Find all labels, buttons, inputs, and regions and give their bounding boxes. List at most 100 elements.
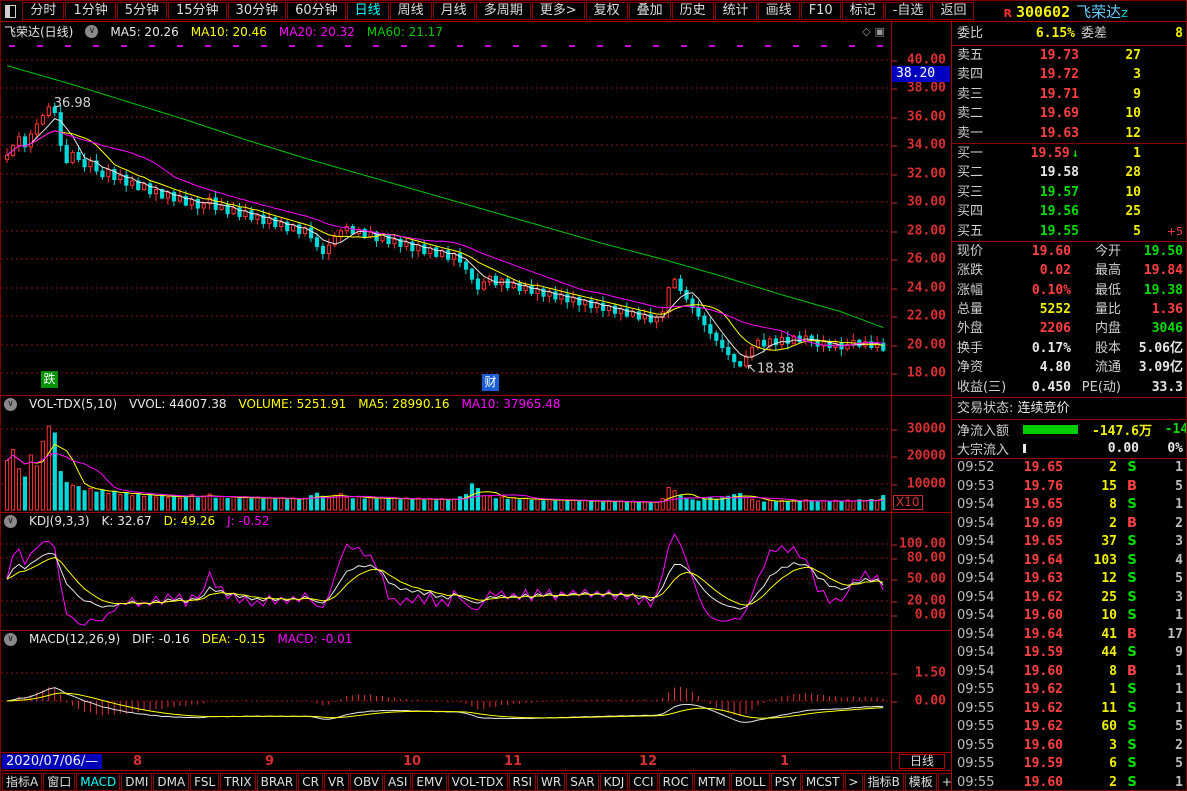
window-layout-icon[interactable] [5, 5, 16, 18]
tool-button[interactable]: 画线 [758, 2, 800, 20]
ask-price[interactable]: 19.72 [1001, 65, 1079, 84]
indicator-tab[interactable]: BOLL [731, 773, 770, 791]
indicator-tab[interactable]: FSL [190, 773, 219, 791]
ask-row[interactable]: 卖三19.719 [952, 85, 1187, 104]
tick-volume: 11 [1063, 700, 1117, 719]
indicator-tab[interactable]: OBV [350, 773, 384, 791]
axis-tick-label: 18.00 [892, 366, 951, 381]
indicator-tab[interactable]: RSI [509, 773, 537, 791]
bid-row[interactable]: 买四19.5625 [952, 202, 1187, 221]
indicator-tab[interactable]: PSY [771, 773, 801, 791]
tick-count: 3 [1147, 533, 1183, 552]
event-marker-die[interactable]: 跌 [41, 371, 58, 388]
indicator-tab[interactable]: 指标B [864, 773, 904, 791]
kdj-chart[interactable] [1, 513, 891, 630]
info-label: 总量 [957, 300, 1007, 319]
bid-price[interactable]: 19.57 [1001, 183, 1079, 202]
tick-list[interactable]: 09:5219.652S109:5319.7615B509:5419.658S1… [952, 459, 1187, 791]
bid-price[interactable]: 19.59↓ [1001, 144, 1079, 163]
ask-price[interactable]: 19.63 [1001, 124, 1079, 143]
tool-button[interactable]: 标记 [842, 2, 884, 20]
indicator-tab[interactable]: CCI [629, 773, 657, 791]
chevron-down-icon[interactable]: ∨ [4, 633, 17, 646]
tool-button[interactable]: 历史 [672, 2, 714, 20]
tool-button[interactable]: F10 [801, 2, 841, 20]
period-tab[interactable]: 5分钟 [117, 2, 167, 20]
period-tab[interactable]: 1分钟 [65, 2, 115, 20]
chevron-down-icon[interactable]: ∨ [4, 515, 17, 528]
tool-button[interactable]: 叠加 [629, 2, 671, 20]
ask-row[interactable]: 卖二19.6910 [952, 104, 1187, 123]
indicator-tab[interactable]: BRAR [257, 773, 298, 791]
start-date-tag[interactable]: 2020/07/06/— [2, 754, 102, 769]
indicator-tab[interactable]: MCST [802, 773, 844, 791]
tool-button[interactable]: 返回 [932, 2, 974, 20]
period-tab[interactable]: 更多> [532, 2, 585, 20]
period-tab[interactable]: 分时 [22, 2, 64, 20]
indicator-tab[interactable]: 模板 [905, 773, 937, 791]
panel-icon[interactable]: ▣ [875, 25, 889, 38]
period-tab[interactable]: 日线 [347, 2, 389, 20]
candlestick-chart[interactable]: 36.98↖18.38 [1, 22, 891, 395]
macd-pane[interactable]: ∨ MACD(12,26,9)DIF: -0.16DEA: -0.15MACD:… [1, 630, 951, 752]
indicator-tab[interactable]: SAR [566, 773, 598, 791]
ask-row[interactable]: 卖一19.6312 [952, 124, 1187, 143]
diamond-icon[interactable]: ◇ [862, 25, 874, 38]
indicator-tab[interactable]: CR [298, 773, 323, 791]
period-tab[interactable]: 月线 [433, 2, 475, 20]
indicator-tab[interactable]: DMA [153, 773, 189, 791]
tool-button[interactable]: 复权 [586, 2, 628, 20]
bid-row[interactable]: 买一19.59↓1 [952, 144, 1187, 163]
indicator-tab[interactable]: EMV [412, 773, 446, 791]
chevron-down-icon[interactable]: ∨ [85, 25, 98, 38]
bid-price[interactable]: 19.55 [1001, 222, 1079, 241]
header-corner-icons[interactable]: ◇▣ [862, 25, 889, 38]
period-tab[interactable]: 多周期 [476, 2, 531, 20]
kdj-pane[interactable]: ∨ KDJ(9,3,3)K: 32.67D: 49.26J: -0.52 100… [1, 512, 951, 630]
chevron-down-icon[interactable]: ∨ [4, 398, 17, 411]
ask-row[interactable]: 卖四19.723 [952, 65, 1187, 84]
indicator-tab[interactable]: TRIX [220, 773, 255, 791]
volume-chart[interactable] [1, 396, 891, 512]
tick-count: 1 [1147, 607, 1183, 626]
indicator-tab[interactable]: ROC [659, 773, 693, 791]
indicator-tab[interactable]: VR [324, 773, 349, 791]
indicator-tab[interactable]: 指标A [2, 773, 42, 791]
bid-row[interactable]: 买二19.5828 [952, 163, 1187, 182]
bid-price[interactable]: 19.58 [1001, 163, 1079, 182]
period-tab[interactable]: 周线 [390, 2, 432, 20]
period-label[interactable]: 日线 [899, 754, 945, 769]
candlestick-pane[interactable]: 36.98↖18.38 飞荣达(日线) ∨ MA5: 20.26MA10: 20… [1, 22, 951, 395]
ask-price[interactable]: 19.69 [1001, 104, 1079, 123]
indicator-tab[interactable]: MACD [76, 773, 120, 791]
tick-price: 19.65 [1003, 496, 1063, 515]
indicator-tab[interactable]: DMI [121, 773, 152, 791]
info-label: 现价 [957, 242, 1007, 261]
period-tab[interactable]: 15分钟 [168, 2, 227, 20]
indicator-tab[interactable]: 窗口 [43, 773, 75, 791]
volume-pane[interactable]: ∨ VOL-TDX(5,10)VVOL: 44007.38VOLUME: 525… [1, 395, 951, 512]
ask-row[interactable]: 卖五19.7327 [952, 46, 1187, 65]
indicator-tab[interactable]: + [938, 773, 951, 791]
tool-button[interactable]: 统计 [715, 2, 757, 20]
period-tab[interactable]: 60分钟 [287, 2, 346, 20]
margin-flag: R [1003, 7, 1011, 20]
indicator-tab[interactable]: WR [537, 773, 565, 791]
macd-chart[interactable] [1, 631, 891, 752]
ask-price[interactable]: 19.71 [1001, 85, 1079, 104]
indicator-tab[interactable]: > [845, 773, 863, 791]
tool-button[interactable]: -自选 [885, 2, 932, 20]
ask-price[interactable]: 19.73 [1001, 46, 1079, 65]
period-tab[interactable]: 30分钟 [228, 2, 287, 20]
indicator-tab[interactable]: MTM [694, 773, 730, 791]
bid-row[interactable]: 买五19.555+5 [952, 222, 1187, 241]
indicator-tab[interactable]: VOL-TDX [448, 773, 508, 791]
indicator-tab[interactable]: KDJ [600, 773, 629, 791]
event-marker-cai[interactable]: 财 [482, 374, 499, 391]
bid-price[interactable]: 19.56 [1001, 202, 1079, 221]
indicator-tab[interactable]: ASI [384, 773, 411, 791]
bid-row[interactable]: 买三19.5710 [952, 183, 1187, 202]
tick-row: 09:5419.658S1 [952, 496, 1187, 515]
bid-extra [1141, 144, 1183, 163]
weicha-label: 委差 [1075, 22, 1123, 46]
